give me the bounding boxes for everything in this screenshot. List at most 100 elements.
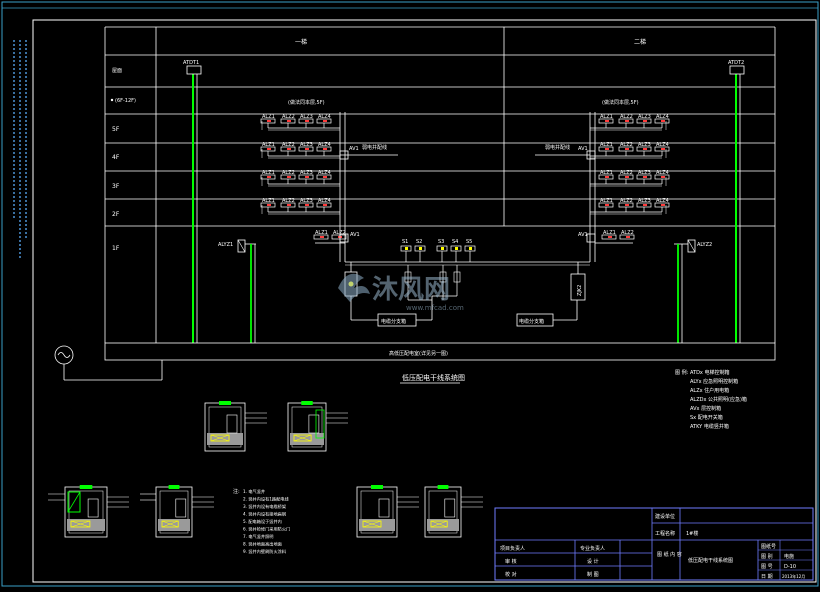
shaft-plan [424,485,483,538]
meter-row: ALZ1 ALZ2 ALZ3 ALZ4 [260,114,340,131]
tb-content-label: 图 纸 内 容 [657,551,682,558]
legend-item: ALZDx 公共照明(应急)箱 [690,396,747,403]
watermark-brand: 沐风网 [372,275,450,305]
tb-project-label: 建设单位 [655,513,675,520]
floor-labels: 屋面 (6F-12F) 5F 4F 3F 2F 1F [112,68,136,252]
cabinet-right-label: 电缆分支箱 [519,318,544,325]
generator-icon [54,345,163,381]
meter-row: ALZ1 ALZ2 ALZ3 ALZ4 [260,170,340,187]
margin-notes [13,40,27,260]
note-item: 9. 竖井内壁刷防火涂料 [243,548,287,555]
note-item: 7. 电气竖井照明 [243,533,273,540]
side-note-right: 弱电井配线 [545,144,570,151]
watermark-url: www.mfcad.com [406,304,464,312]
meter-box: ALZ3 [298,170,314,184]
meter-box: ALZ2 [331,230,347,240]
legend: 图 例: ATDx 电梯控制箱 ALYx 应急照明控制箱 ALZx 住户用电箱 ALZ… [675,369,747,430]
tb-meta-val: D-10 [784,564,796,570]
meter-box: ALZ3 [636,198,652,212]
switch-label: S4 [452,239,458,245]
group-note-left: (做法同本层,5F) [288,99,325,106]
meter-box: ALZ1 [601,230,617,240]
legend-item: ALZx 住户用电箱 [690,387,729,394]
tb-drawing-label: 工程名称 [655,530,675,537]
meter-box: ALZ4 [654,114,670,128]
notes: 注: 1. 电气竖井2. 竖井内设有1路配电线3. 竖井内设有电缆桥架4. 竖井… [233,488,290,555]
floor-label: 4F [112,154,120,161]
tb-meta: 图 别 [761,553,773,560]
riser-box-right: ZJK2 [570,262,586,301]
switch-label: S5 [466,239,472,245]
tb-drawing-title: 低压配电干线系统图 [688,557,733,564]
meter-box: ALZ2 [280,114,296,128]
av-label: AV1 [578,232,588,238]
tb-sig: 设 计 [587,558,599,565]
meter-box: ALZ1 [598,170,614,184]
switch-label: S2 [416,239,422,245]
meter-row: ALZ1 ALZ2 ALZ3 ALZ4 [590,142,670,159]
note-item: 6. 竖井检修门采用防火门 [243,526,290,533]
meter-box: ALZ1 [260,198,276,212]
floor-box-right-label: AV1 [578,146,588,152]
shaft-plan [356,485,419,538]
meter-box: ALZ1 [598,198,614,212]
meter-box: ALZ2 [618,198,634,212]
tb-sig: 校 对 [505,571,517,578]
busbar: 高低压配电室(详见另一图) [104,342,776,361]
bullet-dot [110,98,114,102]
shaft-plan [64,485,129,538]
meter-box: ALZ2 [280,142,296,156]
av-label: AV1 [350,232,360,238]
meter-row: ALZ1 ALZ2 ALZ3 ALZ4 [260,198,340,215]
emergency-box-right-label: ALYZ2 [697,242,712,248]
meter-box: ALZ4 [654,142,670,156]
meter-box: ALZ2 [618,170,634,184]
watermark: 沐风网 www.mfcad.com [338,273,464,312]
shaft-plans [48,401,483,538]
left-trunk [339,112,398,262]
tb-sig: 制 图 [587,571,599,578]
cad-drawing: 一梯 二梯 屋面 (6F-12F) 5F 4F 3F 2F 1F ATDT1 A… [0,0,820,588]
legend-item: Sx 配电开关箱 [690,414,723,421]
tb-meta-val: 2013年12月 [782,573,805,579]
riser-box [729,65,745,75]
tb-meta-val: 电施 [784,553,794,560]
zone-right-label: 二梯 [634,38,646,46]
meter-box: ALZ2 [618,114,634,128]
meter-box: ALZ4 [316,170,332,184]
note-item: 2. 竖井内设有1路配电线 [243,496,289,503]
meter-box: ALZ2 [280,170,296,184]
riser-right-label: ATDT2 [728,60,744,66]
riser-left [186,65,202,343]
riser-left-label: ATDT1 [183,60,199,66]
meter-box: ALZ3 [636,170,652,184]
legend-item: ALYx 应急照明控制箱 [690,378,738,385]
meter-box: ALZ4 [316,114,332,128]
meter-box: ALZ2 [619,230,635,240]
watermark-logo-icon [338,273,370,302]
meter-box: ALZ1 [260,114,276,128]
tb-sig: 专业负责人 [580,545,605,552]
tb-sig: 审 核 [505,558,517,565]
legend-item: AVx 层控制箱 [690,405,721,412]
meter-row: ALZ1 ALZ2 ALZ3 ALZ4 [590,170,670,187]
tb-meta: 日 期 [761,574,773,580]
floor-label: 2F [112,211,120,218]
legend-item: ATDx 电梯控制箱 [690,369,730,376]
floor-1f-av-right: AV1 [578,232,596,243]
meter-box: ALZ2 [280,198,296,212]
floor-label: 3F [112,183,120,190]
meter-box: ALZ4 [316,142,332,156]
switch: S1 [400,239,412,262]
meter-box: ALZ1 [260,170,276,184]
drawing-canvas: 一梯 二梯 屋面 (6F-12F) 5F 4F 3F 2F 1F ATDT1 A… [1,1,819,587]
meter-box: ALZ1 [313,230,329,240]
tb-meta: 图纸号 [761,543,776,550]
note-item: 1. 电气竖井 [243,488,265,495]
note-item: 8. 竖井地面高出地面 [243,541,282,548]
floor-box-right: AV1 [578,146,596,160]
emergency-box-left: ALYZ1 [218,239,256,343]
riser-box-label: ZJK2 [577,285,583,296]
note-item: 4. 竖井内设有接地扁钢 [243,511,286,518]
tb-building: 1#楼 [686,530,698,537]
